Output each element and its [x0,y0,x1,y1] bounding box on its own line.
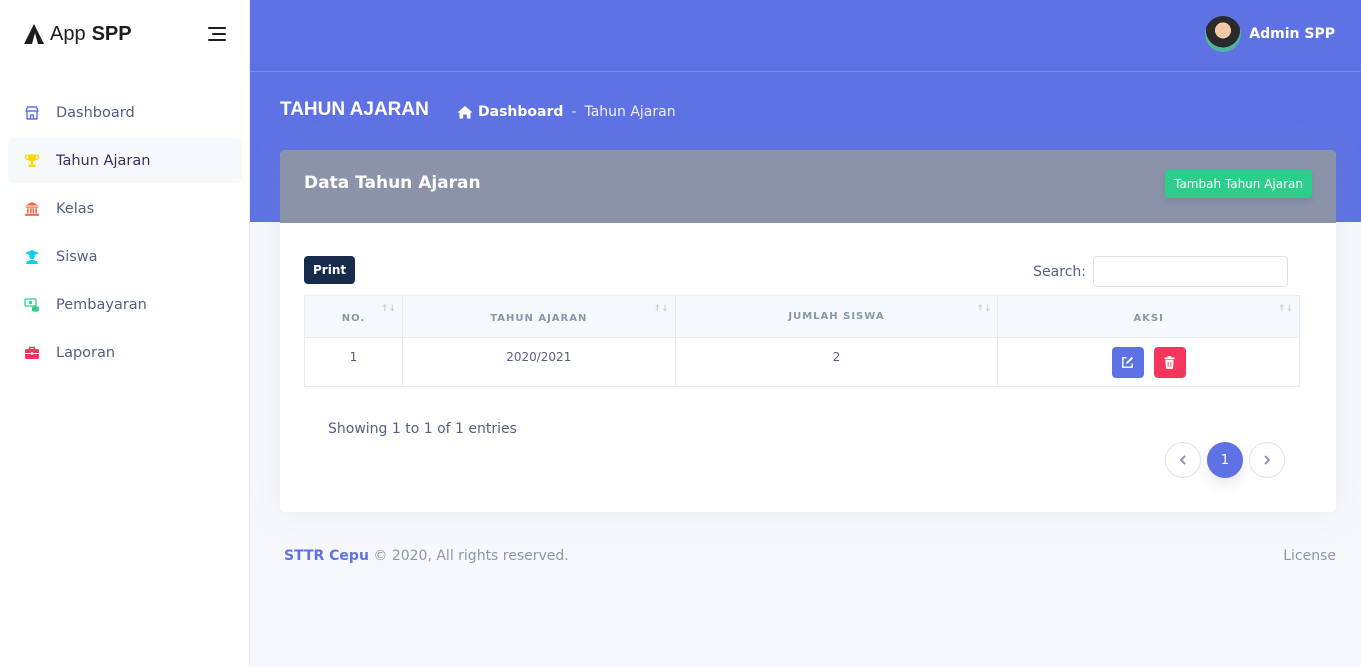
delete-button[interactable] [1153,347,1186,378]
footer-copyright-text: © 2020, All rights reserved. [373,548,569,564]
student-icon [24,249,40,265]
cell-jumlah-siswa: 2 [674,337,999,387]
chevron-right-icon [1264,455,1271,465]
trophy-icon [24,153,40,169]
cell-tahun-ajaran: 2020/2021 [401,337,676,387]
table-header-row: NO. ↑↓ TAHUN AJARAN ↑↓ JUMLAH SISWA ↑↓ AKSI… [304,295,1300,338]
user-name: Admin SPP [1249,26,1335,42]
sort-icon: ↑↓ [1277,304,1293,314]
sidebar-item-label: Pembayaran [56,296,147,313]
sort-icon: ↑↓ [653,304,669,314]
home-icon [457,106,473,119]
money-icon [24,297,40,313]
sidebar-item-label: Kelas [56,200,95,217]
add-tahun-ajaran-button[interactable]: Tambah Tahun Ajaran [1165,170,1312,198]
sidebar-item-pembayaran[interactable]: Pembayaran [8,282,242,327]
briefcase-icon [24,345,40,361]
column-header-jumlah-siswa[interactable]: JUMLAH SISWA ↑↓ [674,295,999,338]
column-header-aksi[interactable]: AKSI ↑↓ [997,295,1300,338]
brand-name-text: SPP [91,22,132,45]
sidebar-item-laporan[interactable]: Laporan [8,330,242,375]
column-header-no[interactable]: NO. ↑↓ [304,295,403,338]
page-title: TAHUN AJARAN [280,99,429,120]
table-info: Showing 1 to 1 of 1 entries [328,421,517,437]
search-label: Search: [1033,263,1086,280]
chevron-left-icon [1179,455,1186,465]
table-row: 1 2020/2021 2 [304,337,1300,387]
footer-brand-link[interactable]: STTR Cepu [284,548,369,564]
user-menu[interactable]: Admin SPP [1205,16,1335,52]
footer-copyright: STTR Cepu © 2020, All rights reserved. [284,548,569,564]
next-page-button[interactable] [1249,442,1285,478]
edit-button[interactable] [1111,347,1144,378]
sidebar-nav: Dashboard Tahun Ajaran Kelas Siswa Pemba… [8,90,242,378]
brand-app-text: App [50,22,86,45]
bank-icon [24,201,40,217]
brand-logo-icon [24,24,44,44]
breadcrumb: Dashboard - Tahun Ajaran [457,104,676,120]
brand[interactable]: App SPP [24,20,132,48]
avatar [1205,16,1242,52]
card-header: Data Tahun Ajaran Tambah Tahun Ajaran [280,150,1336,223]
card-title: Data Tahun Ajaran [304,173,481,193]
search-box: Search: [1033,256,1288,287]
footer-license-link[interactable]: License [1283,548,1336,564]
pagination: 1 [1159,442,1285,478]
sidebar-item-label: Dashboard [56,104,135,121]
sidebar-toggle-button[interactable] [206,27,226,41]
sort-icon: ↑↓ [976,304,992,314]
breadcrumb-current: Tahun Ajaran [584,104,676,120]
page-button[interactable]: 1 [1207,442,1243,478]
column-header-tahun-ajaran[interactable]: TAHUN AJARAN ↑↓ [401,295,676,338]
breadcrumb-link-dashboard[interactable]: Dashboard [478,104,563,120]
edit-icon [1122,356,1134,368]
previous-page-button[interactable] [1165,442,1201,478]
breadcrumb-separator: - [571,104,577,120]
sidebar-item-label: Laporan [56,344,116,361]
sidebar-item-siswa[interactable]: Siswa [8,234,242,279]
search-input[interactable] [1093,256,1288,287]
header-divider [250,71,1361,72]
cell-no: 1 [304,337,403,387]
data-table: NO. ↑↓ TAHUN AJARAN ↑↓ JUMLAH SISWA ↑↓ AKSI… [304,295,1300,387]
sidebar: App SPP Dashboard Tahun Ajaran Kelas Sis… [0,0,250,667]
sidebar-item-dashboard[interactable]: Dashboard [8,90,242,135]
sort-icon: ↑↓ [380,304,396,314]
trash-icon [1164,356,1175,369]
data-card: Data Tahun Ajaran Tambah Tahun Ajaran Pr… [280,150,1336,512]
sidebar-item-kelas[interactable]: Kelas [8,186,242,231]
sidebar-item-tahun-ajaran[interactable]: Tahun Ajaran [8,138,242,183]
sidebar-item-label: Tahun Ajaran [56,152,151,169]
print-button[interactable]: Print [304,256,356,284]
sidebar-item-label: Siswa [56,248,98,265]
cell-aksi [997,337,1300,387]
shop-icon [24,105,40,121]
